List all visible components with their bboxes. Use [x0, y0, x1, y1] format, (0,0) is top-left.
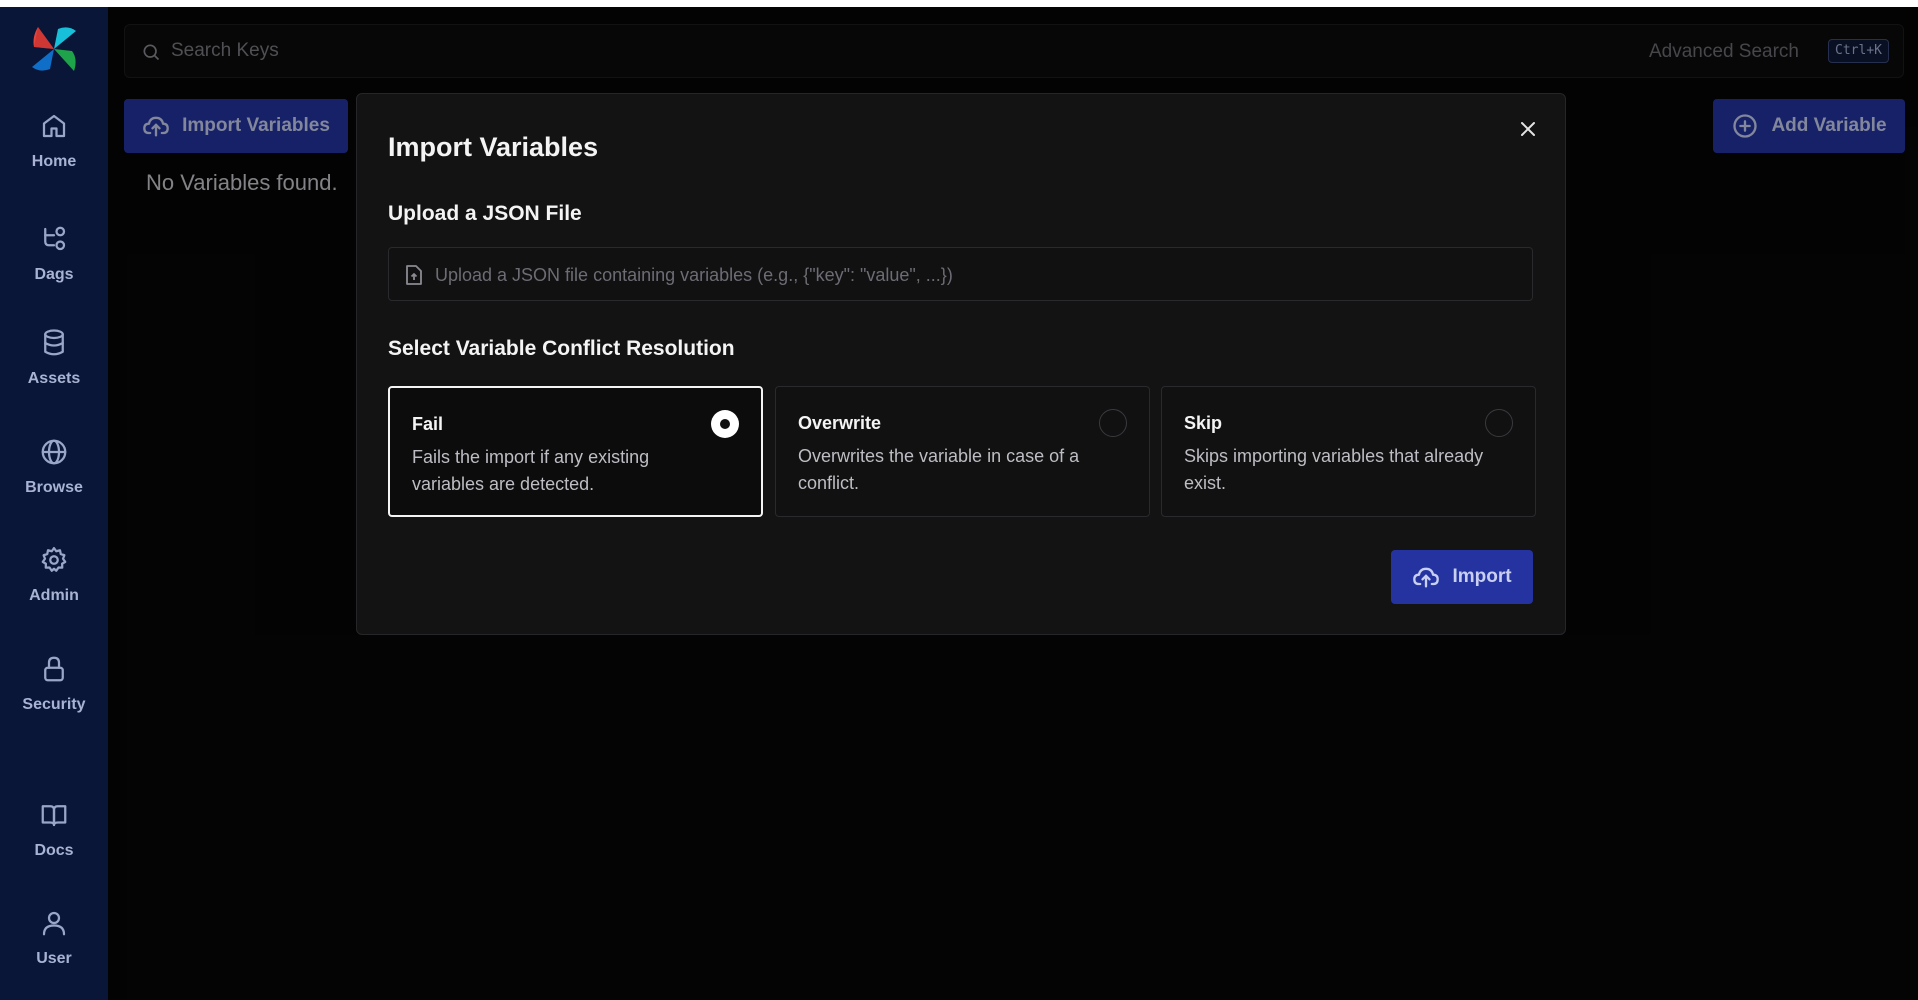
option-description: Fails the import if any existing variabl… [412, 447, 650, 494]
sidebar-item-label: Assets [27, 370, 81, 387]
sidebar-item-label: Docs [34, 842, 74, 859]
option-title: Fail [412, 414, 444, 434]
sidebar: Home Dags Assets Browse Admin Security D… [0, 7, 108, 1000]
option-title: Overwrite [798, 413, 882, 433]
app-logo[interactable] [28, 23, 80, 75]
close-icon [1521, 122, 1535, 136]
sidebar-item-label: User [36, 950, 72, 967]
option-description: Overwrites the variable in case of a con… [798, 446, 1080, 493]
sidebar-item-label: Security [22, 696, 86, 713]
upload-heading: Upload a JSON File [388, 202, 582, 225]
sidebar-item-label: Home [31, 153, 77, 170]
option-title: Skip [1184, 413, 1223, 433]
dialog-title: Import Variables [388, 132, 599, 162]
sidebar-item-dags[interactable]: Dags [0, 224, 108, 308]
lock-icon [44, 656, 64, 682]
sidebar-item-label: Dags [34, 266, 74, 283]
pinwheel-logo-icon [32, 27, 76, 71]
import-button[interactable]: Import [1391, 550, 1533, 604]
import-button-label: Import [1452, 566, 1512, 587]
globe-icon [41, 439, 67, 465]
database-icon [44, 329, 64, 356]
window-top-edge [0, 0, 1918, 7]
dags-icon [44, 226, 66, 251]
home-icon [42, 114, 66, 138]
radio-skip[interactable] [1485, 409, 1513, 437]
option-overwrite[interactable]: Overwrite Overwrites the variable in cas… [775, 386, 1150, 517]
option-description: Skips importing variables that already e… [1184, 446, 1484, 493]
file-upload-icon [405, 265, 423, 285]
sidebar-item-label: Admin [29, 587, 79, 604]
sidebar-item-security[interactable]: Security [0, 654, 108, 738]
sidebar-item-assets[interactable]: Assets [0, 328, 108, 412]
sidebar-item-docs[interactable]: Docs [0, 800, 108, 884]
sidebar-item-home[interactable]: Home [0, 111, 108, 195]
import-variables-dialog: Import Variables Upload a JSON File Uplo… [356, 93, 1566, 635]
file-input-placeholder: Upload a JSON file containing variables … [435, 265, 953, 285]
json-file-input[interactable]: Upload a JSON file containing variables … [388, 247, 1533, 301]
option-skip[interactable]: Skip Skips importing variables that alre… [1161, 386, 1536, 517]
close-button[interactable] [1517, 118, 1539, 140]
option-fail[interactable]: Fail Fails the import if any existing va… [388, 386, 763, 517]
user-icon [42, 911, 66, 936]
gear-icon [41, 547, 67, 572]
sidebar-item-admin[interactable]: Admin [0, 545, 108, 629]
cloud-upload-icon [1413, 567, 1440, 588]
sidebar-item-user[interactable]: User [0, 908, 108, 992]
sidebar-item-browse[interactable]: Browse [0, 437, 108, 521]
radio-fail[interactable] [711, 410, 739, 438]
book-icon [41, 805, 67, 827]
sidebar-item-label: Browse [25, 479, 83, 496]
radio-overwrite[interactable] [1099, 409, 1127, 437]
conflict-heading: Select Variable Conflict Resolution [388, 337, 735, 360]
